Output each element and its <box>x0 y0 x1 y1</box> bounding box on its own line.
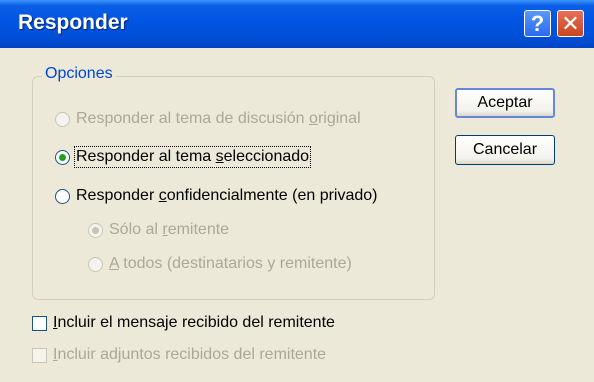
help-button[interactable]: ? <box>524 10 551 37</box>
question-mark-icon: ? <box>530 10 545 36</box>
dialog-body: Opciones Responder al tema de discusión … <box>0 48 594 382</box>
checkbox-icon <box>32 347 47 363</box>
radio-label: Sólo al remitente <box>109 221 230 238</box>
cancel-button[interactable]: Cancelar <box>455 135 555 165</box>
title-bar: Responder ? ✕ <box>0 0 594 48</box>
radio-button-checked-icon <box>55 149 70 165</box>
radio-reply-privately[interactable]: Responder confidencialmente (en privado) <box>55 187 378 205</box>
radio-reply-selected-topic[interactable]: Responder al tema seleccionado <box>55 146 312 168</box>
radio-sender-only[interactable]: Sólo al remitente <box>88 221 229 239</box>
close-icon: ✕ <box>561 10 580 36</box>
radio-button-icon <box>88 256 103 272</box>
radio-label: Responder confidencialmente (en privado) <box>76 187 378 204</box>
radio-label: Responder al tema de discusión original <box>76 110 361 127</box>
checkbox-icon <box>32 315 47 331</box>
checkbox-include-message[interactable]: Incluir el mensaje recibido del remitent… <box>32 314 335 332</box>
radio-button-icon <box>55 188 70 204</box>
radio-all-recipients[interactable]: A todos (destinatarios y remitente) <box>88 255 352 273</box>
radio-button-checked-icon <box>88 222 103 238</box>
checkbox-include-attachments[interactable]: Incluir adjuntos recibidos del remitente <box>32 346 326 364</box>
radio-label: A todos (destinatarios y remitente) <box>109 255 352 272</box>
radio-button-icon <box>55 111 70 127</box>
checkbox-label: Incluir el mensaje recibido del remitent… <box>53 314 335 331</box>
radio-label: Responder al tema seleccionado <box>73 146 312 168</box>
accept-button[interactable]: Aceptar <box>455 88 555 118</box>
window-title: Responder <box>18 11 128 34</box>
close-button[interactable]: ✕ <box>557 10 584 37</box>
checkbox-label: Incluir adjuntos recibidos del remitente <box>53 346 327 363</box>
options-group-label: Opciones <box>42 65 116 83</box>
radio-reply-original-topic[interactable]: Responder al tema de discusión original <box>55 110 361 128</box>
